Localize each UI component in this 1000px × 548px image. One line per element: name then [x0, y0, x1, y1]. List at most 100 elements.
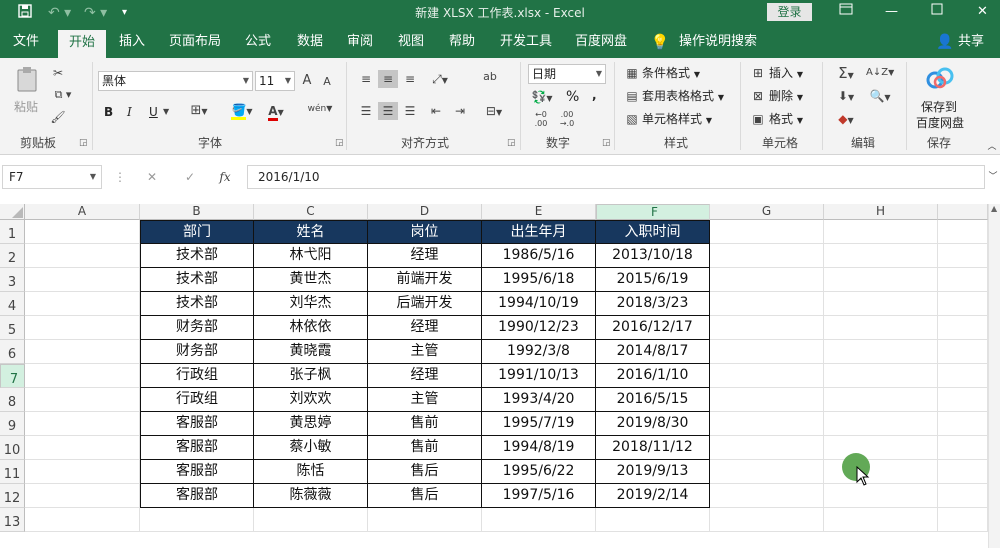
table-cell[interactable]: 1986/5/16 [482, 244, 596, 268]
chevron-down-icon[interactable]: ▼ [90, 166, 96, 188]
empty-cell[interactable] [824, 340, 938, 364]
empty-cell[interactable] [938, 340, 988, 364]
cancel-icon[interactable]: ✕ [144, 168, 160, 186]
table-cell[interactable]: 1997/5/16 [482, 484, 596, 508]
row-header-4[interactable]: 4 [0, 292, 25, 316]
comma-button[interactable]: , [592, 86, 597, 104]
table-cell[interactable]: 经理 [368, 244, 482, 268]
empty-cell[interactable] [824, 316, 938, 340]
clear-icon[interactable]: ◆▼ [832, 110, 860, 130]
empty-cell[interactable] [824, 244, 938, 268]
empty-cell[interactable] [938, 508, 988, 532]
table-cell[interactable]: 客服部 [140, 484, 254, 508]
percent-button[interactable]: % [566, 88, 579, 106]
table-cell[interactable]: 行政组 [140, 388, 254, 412]
empty-cell[interactable] [25, 244, 140, 268]
table-cell[interactable]: 1993/4/20 [482, 388, 596, 412]
empty-cell[interactable] [25, 388, 140, 412]
column-header-partial[interactable] [938, 204, 988, 220]
clipboard-launcher-icon[interactable]: ◲ [79, 138, 88, 148]
close-icon[interactable]: ✕ [977, 3, 988, 21]
table-cell[interactable]: 2016/5/15 [596, 388, 710, 412]
table-cell[interactable]: 黄世杰 [254, 268, 368, 292]
empty-cell[interactable] [824, 484, 938, 508]
increase-font-icon[interactable]: A [300, 72, 314, 90]
table-cell[interactable]: 1995/6/22 [482, 460, 596, 484]
empty-cell[interactable] [710, 436, 824, 460]
empty-cell[interactable] [710, 268, 824, 292]
table-cell[interactable]: 技术部 [140, 292, 254, 316]
table-cell[interactable]: 技术部 [140, 268, 254, 292]
empty-cell[interactable] [824, 508, 938, 532]
decrease-indent-icon[interactable]: ⇤ [426, 102, 446, 120]
empty-cell[interactable] [710, 340, 824, 364]
table-cell[interactable]: 2016/1/10 [596, 364, 710, 388]
row-header-13[interactable]: 13 [0, 508, 25, 532]
fill-icon[interactable]: ⬇▼ [832, 87, 860, 107]
merge-center-icon[interactable]: ⊟▼ [480, 102, 508, 122]
baidu-cloud-icon[interactable] [924, 66, 956, 95]
table-cell[interactable]: 技术部 [140, 244, 254, 268]
empty-cell[interactable] [710, 484, 824, 508]
table-cell[interactable]: 2019/9/13 [596, 460, 710, 484]
formula-input[interactable]: 2016/1/10 [247, 165, 985, 189]
empty-cell[interactable] [938, 364, 988, 388]
vertical-scrollbar[interactable]: ▲ [988, 204, 1000, 548]
decrease-font-icon[interactable]: A [320, 73, 334, 91]
row-header-3[interactable]: 3 [0, 268, 25, 292]
empty-cell[interactable] [254, 508, 368, 532]
insert-function-icon[interactable]: fx [216, 168, 234, 186]
worksheet-grid[interactable]: ABCDEFGH 1 2 3 4 5 6 7 8 9 10 11 12 13 部门 姓名 岗位 出生年月 入职时… [0, 200, 1000, 548]
empty-cell[interactable] [710, 244, 824, 268]
table-cell[interactable]: 2019/8/30 [596, 412, 710, 436]
increase-decimal-icon[interactable]: ←0.00 [530, 110, 552, 128]
table-cell[interactable]: 林依依 [254, 316, 368, 340]
table-cell[interactable]: 陈恬 [254, 460, 368, 484]
empty-cell[interactable] [368, 508, 482, 532]
table-cell[interactable]: 售前 [368, 412, 482, 436]
tab-baidu-netdisk[interactable]: 百度网盘 [570, 26, 632, 58]
tab-file[interactable]: 文件 [0, 26, 52, 58]
table-cell[interactable]: 刘欢欢 [254, 388, 368, 412]
font-name-select[interactable]: 黑体 ▼ [98, 71, 253, 91]
table-cell[interactable]: 张子枫 [254, 364, 368, 388]
insert-cells-button[interactable]: 插入 ▼ [769, 64, 803, 84]
table-header-cell[interactable]: 岗位 [368, 220, 482, 244]
table-cell[interactable]: 1995/6/18 [482, 268, 596, 292]
font-size-select[interactable]: 11 ▼ [255, 71, 295, 91]
tab-formulas[interactable]: 公式 [236, 26, 280, 58]
table-cell[interactable]: 2018/11/12 [596, 436, 710, 460]
empty-cell[interactable] [824, 364, 938, 388]
table-cell[interactable]: 1994/10/19 [482, 292, 596, 316]
bold-button[interactable]: B [104, 103, 113, 121]
table-cell[interactable]: 1990/12/23 [482, 316, 596, 340]
borders-icon[interactable]: ⊞▼ [186, 102, 212, 121]
font-launcher-icon[interactable]: ◲ [335, 138, 344, 148]
copy-icon[interactable]: ⧉ ▾ [50, 86, 76, 104]
table-cell[interactable]: 2015/6/19 [596, 268, 710, 292]
table-cell[interactable]: 黄思婷 [254, 412, 368, 436]
sort-filter-icon[interactable]: A↓Z▼ [866, 64, 894, 82]
table-cell[interactable]: 售后 [368, 484, 482, 508]
table-cell[interactable]: 黄晓霞 [254, 340, 368, 364]
format-painter-icon[interactable]: 🖌 [50, 108, 66, 126]
ribbon-display-icon[interactable] [839, 3, 853, 21]
table-header-cell[interactable]: 部门 [140, 220, 254, 244]
empty-cell[interactable] [938, 220, 988, 244]
format-as-table-button[interactable]: 套用表格格式 ▼ [642, 87, 724, 107]
empty-cell[interactable] [482, 508, 596, 532]
empty-cell[interactable] [938, 292, 988, 316]
italic-button[interactable]: I [127, 103, 132, 121]
collapse-ribbon-icon[interactable]: ︿ [986, 138, 998, 156]
table-header-cell[interactable]: 姓名 [254, 220, 368, 244]
table-cell[interactable]: 2018/3/23 [596, 292, 710, 316]
format-cells-button[interactable]: 格式 ▼ [769, 110, 803, 130]
table-cell[interactable]: 客服部 [140, 436, 254, 460]
empty-cell[interactable] [25, 436, 140, 460]
orientation-icon[interactable]: ⤢▼ [426, 70, 454, 90]
empty-cell[interactable] [938, 316, 988, 340]
wrap-text-icon[interactable]: ab [480, 68, 500, 86]
number-format-select[interactable]: 日期 ▼ [528, 64, 606, 84]
table-cell[interactable]: 林弋阳 [254, 244, 368, 268]
empty-cell[interactable] [710, 412, 824, 436]
